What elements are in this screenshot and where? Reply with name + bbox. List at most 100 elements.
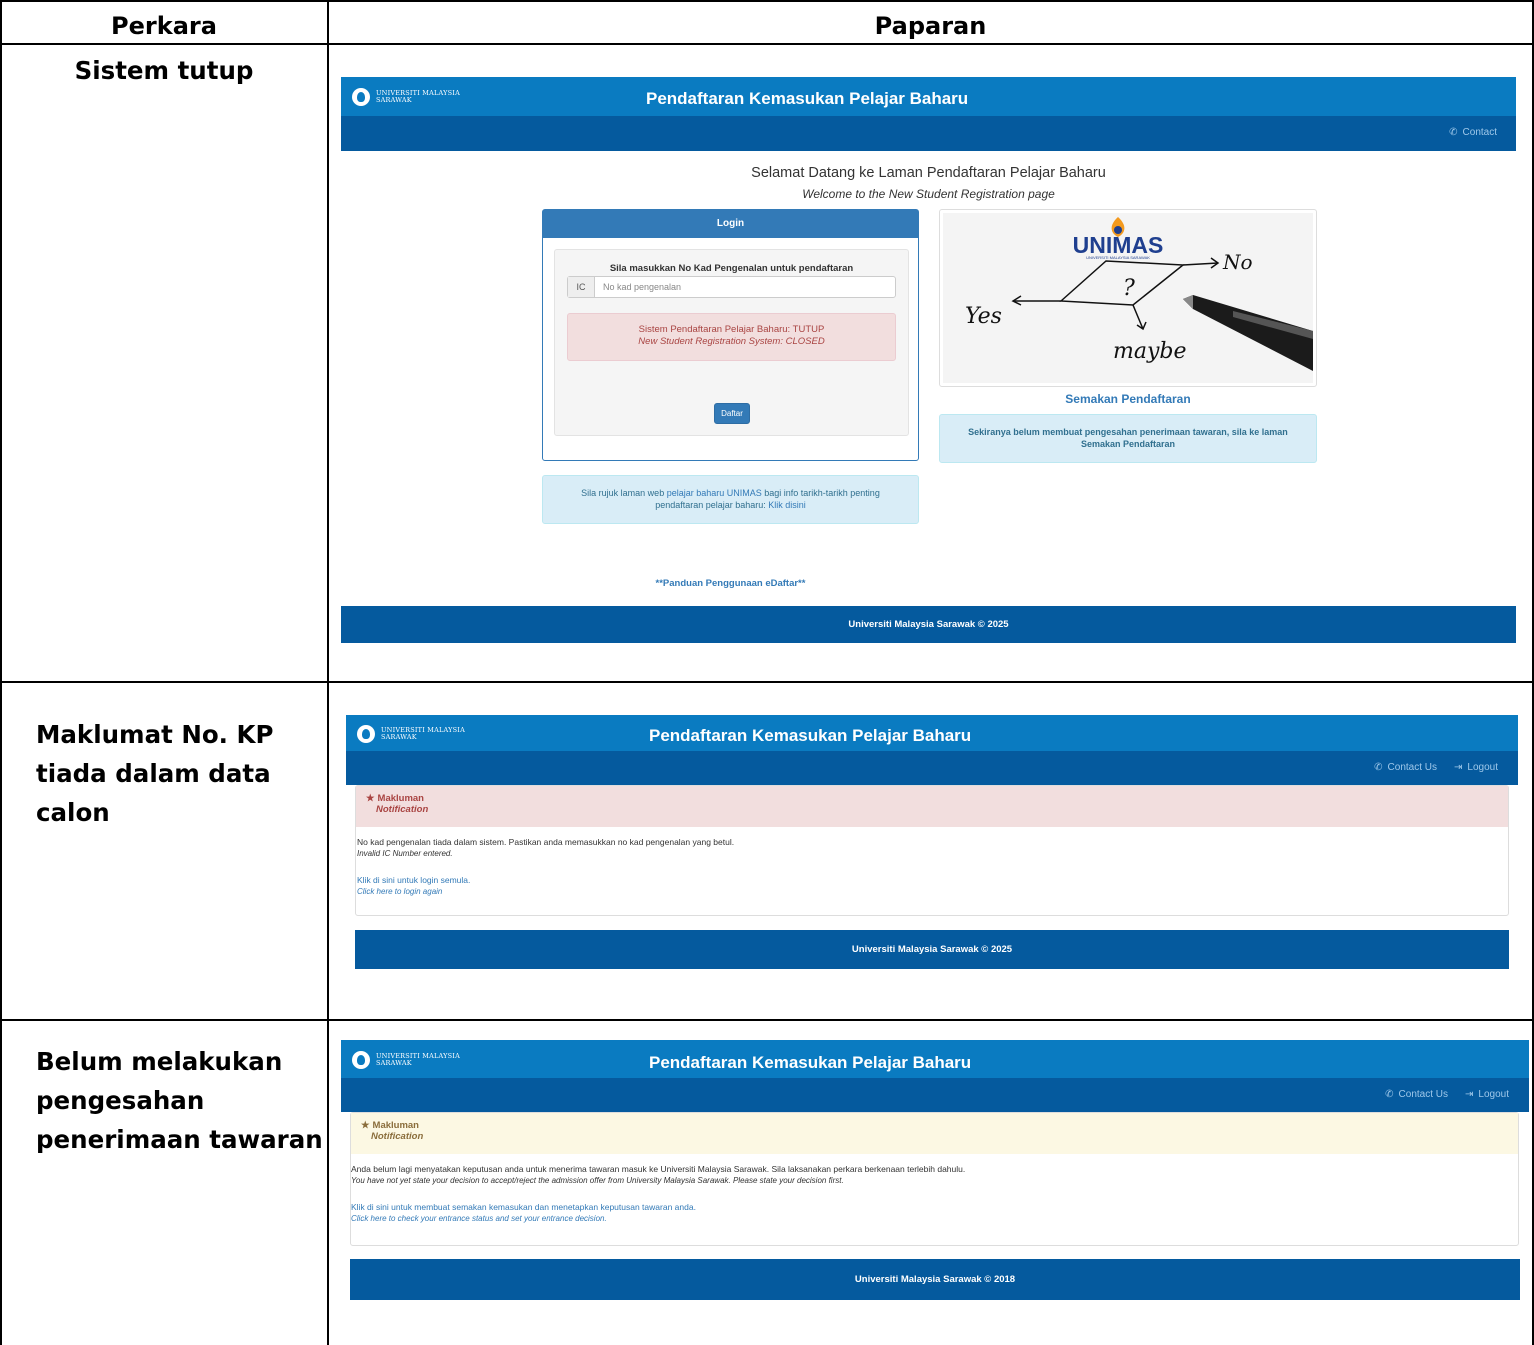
contact-us-label: Contact Us [1398,1089,1448,1100]
logout-label: Logout [1467,762,1498,773]
app-header: UNIVERSITI MALAYSIA SARAWAK Pendaftaran … [341,1040,1529,1078]
info-text: Sila rujuk laman web [581,488,667,498]
app-title: Pendaftaran Kemasukan Pelajar Baharu [649,1053,972,1072]
screenshot-system-closed: UNIVERSITI MALAYSIA SARAWAK Pendaftaran … [341,77,1516,644]
check-offer-link-en[interactable]: Click here to check your entrance status… [351,1213,1518,1224]
check-offer-link[interactable]: Klik di sini untuk membuat semakan kemas… [351,1202,1518,1213]
logout-icon: ⇥ [1465,1089,1474,1100]
login-again-link[interactable]: Klik di sini untuk login semula. [357,875,1508,886]
notification-title: Makluman [372,1120,419,1131]
klik-disini-link[interactable]: Klik disini [768,500,806,510]
logout-link[interactable]: ⇥ Logout [1454,762,1498,773]
row2-label-line: Maklumat No. KP [36,720,274,749]
welcome-title: Selamat Datang ke Laman Pendaftaran Pela… [751,165,1106,181]
notification-panel: ★ Makluman Notification Anda belum lagi m… [350,1112,1519,1246]
closed-alert-ms: Sistem Pendaftaran Pelajar Baharu: TUTUP [638,324,825,335]
info-dates-box: Sila rujuk laman web pelajar baharu UNIM… [542,475,919,524]
login-form: Sila masukkan No Kad Pengenalan untuk pe… [554,249,909,436]
logout-icon: ⇥ [1454,762,1463,773]
semakan-pendaftaran-link[interactable]: Semakan Pendaftaran [939,392,1317,406]
table-row-divider [0,1019,1534,1021]
screenshot-ic-not-found: UNIVERSITI MALAYSIA SARAWAK Pendaftaran … [346,715,1518,970]
notification-subtitle: Notification [376,804,429,815]
navbar: ✆ Contact Us ⇥ Logout [341,1078,1529,1112]
row2-label-line: tiada dalam data [36,759,271,788]
contact-us-link[interactable]: ✆ Contact Us [1385,1089,1448,1100]
logo-text-line: SARAWAK [376,96,412,104]
app-header: UNIVERSITI MALAYSIA SARAWAK Pendaftaran … [346,715,1518,751]
logout-link[interactable]: ⇥ Logout [1465,1089,1509,1100]
word-no: No [1222,250,1253,274]
ic-number-input[interactable] [595,277,895,297]
pelajar-baharu-link[interactable]: pelajar baharu UNIMAS [667,488,762,498]
word-yes: Yes [965,304,1002,329]
message-ms: Anda belum lagi menyatakan keputusan and… [351,1164,966,1174]
notification-title: Makluman [377,793,424,804]
logo-text-line: SARAWAK [381,733,417,741]
message-en: You have not yet state your decision to … [351,1176,844,1185]
row1-label: Sistem tutup [0,51,328,90]
navbar: ✆ Contact Us ⇥ Logout [346,751,1518,785]
contact-link-label: Contact [1462,127,1497,138]
phone-icon: ✆ [1374,762,1383,773]
row1-label-line: Sistem tutup [74,56,254,85]
navbar: ✆ Contact [341,116,1516,151]
screenshot-offer-not-accepted: UNIVERSITI MALAYSIA SARAWAK Pendaftaran … [341,1040,1529,1302]
university-logo[interactable]: UNIVERSITI MALAYSIA SARAWAK [352,87,460,107]
star-icon: ★ [361,1120,370,1131]
table-row-divider [0,681,1534,683]
contact-us-label: Contact Us [1387,762,1437,773]
panduan-link[interactable]: **Panduan Penggunaan eDaftar** [542,578,919,589]
phone-icon: ✆ [1449,127,1458,138]
notification-body: No kad pengenalan tiada dalam sistem. Pa… [356,827,1508,897]
row3-label-line: pengesahan [36,1086,205,1115]
row2-label: Maklumat No. KP tiada dalam data calon [36,715,273,832]
notification-header: ★ Makluman Notification [351,1113,1518,1154]
table-border-left [0,0,2,1345]
table-header-divider [0,43,1534,45]
contact-us-link[interactable]: ✆ Contact Us [1374,762,1437,773]
logout-label: Logout [1478,1089,1509,1100]
semakan-info-box: Sekiranya belum membuat pengesahan pener… [939,414,1317,463]
decision-image: UNIMAS UNIVERSITI MALAYSIA SARAWAK ? Yes… [939,209,1317,387]
ic-input-group: IC [567,276,896,298]
login-again-link-en[interactable]: Click here to login again [357,886,1508,897]
daftar-button[interactable]: Daftar [714,403,750,424]
row3-label: Belum melakukan pengesahan penerimaan ta… [36,1042,323,1159]
login-panel: Login Sila masukkan No Kad Pengenalan un… [542,209,919,461]
login-prompt: Sila masukkan No Kad Pengenalan untuk pe… [609,263,854,274]
message-en: Invalid IC Number entered. [357,849,453,858]
notification-header: ★ Makluman Notification [356,786,1508,827]
closed-alert-en: New Student Registration System: CLOSED [638,336,825,347]
university-logo[interactable]: UNIVERSITI MALAYSIA SARAWAK [352,1050,460,1070]
star-icon: ★ [366,793,375,804]
logo-text-line: SARAWAK [376,1059,412,1067]
notification-body: Anda belum lagi menyatakan keputusan and… [351,1154,1518,1224]
unimas-logo-icon [352,1051,370,1069]
phone-icon: ✆ [1385,1089,1394,1100]
header-paparan: Paparan [874,12,987,40]
question-mark: ? [1123,276,1135,301]
row3-label-line: penerimaan tawaran [36,1125,323,1154]
app-title: Pendaftaran Kemasukan Pelajar Baharu [646,89,969,108]
notification-subtitle: Notification [371,1131,424,1142]
footer: Universiti Malaysia Sarawak © 2018 [350,1259,1520,1300]
unimas-logo-icon [357,725,375,743]
header-perkara: Perkara [111,12,217,40]
contact-link[interactable]: ✆ Contact [1449,127,1497,138]
login-panel-title: Login [543,210,918,238]
university-logo[interactable]: UNIVERSITI MALAYSIA SARAWAK [357,724,465,744]
notification-panel: ★ Makluman Notification No kad pengenalan… [355,785,1509,916]
system-closed-alert: Sistem Pendaftaran Pelajar Baharu: TUTUP… [567,313,896,361]
table-column-divider [327,0,329,1345]
ic-addon-label: IC [568,277,595,297]
row3-label-line: Belum melakukan [36,1047,283,1076]
message-ms: No kad pengenalan tiada dalam sistem. Pa… [357,837,735,847]
footer: Universiti Malaysia Sarawak © 2025 [355,930,1509,969]
welcome-subtitle: Welcome to the New Student Registration … [802,187,1055,201]
decision-illustration: UNIMAS UNIVERSITI MALAYSIA SARAWAK ? Yes… [943,213,1313,383]
app-header: UNIVERSITI MALAYSIA SARAWAK Pendaftaran … [341,77,1516,116]
app-title: Pendaftaran Kemasukan Pelajar Baharu [649,726,972,745]
footer: Universiti Malaysia Sarawak © 2025 [341,606,1516,643]
row2-label-line: calon [36,798,110,827]
